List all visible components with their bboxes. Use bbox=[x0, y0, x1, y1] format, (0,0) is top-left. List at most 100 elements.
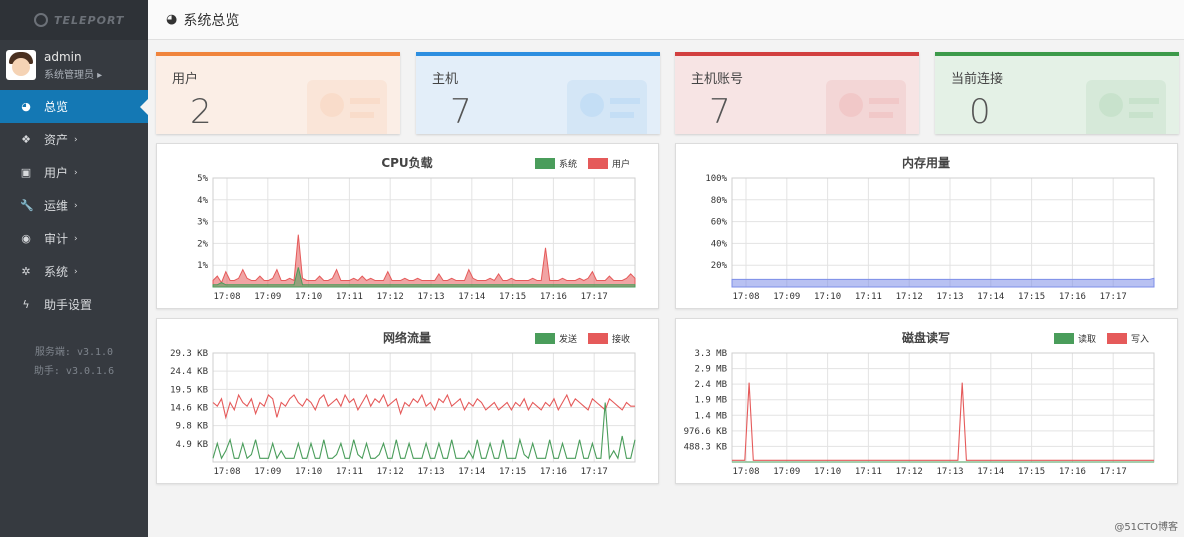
legend-swatch bbox=[535, 158, 555, 169]
series-line bbox=[212, 393, 635, 420]
sidebar-item-0[interactable]: ◕ 总览 bbox=[0, 90, 148, 123]
memory-chart: 内存用量 100% 80% 60% 40% 20% 17:08 17:09 17:10 17:11… bbox=[705, 155, 1155, 302]
x-tick-label: 17:14 bbox=[458, 292, 485, 302]
dashboard-icon: ◕ bbox=[166, 12, 178, 27]
y-tick-label: 2% bbox=[197, 239, 208, 249]
y-tick-label: 9.8 KB bbox=[175, 422, 208, 432]
x-tick-label: 17:12 bbox=[377, 292, 404, 302]
legend-swatch bbox=[588, 333, 608, 344]
sidebar-item-3[interactable]: 🔧 运维 › bbox=[0, 189, 148, 222]
y-tick-label: 29.3 KB bbox=[170, 349, 208, 359]
x-tick-label: 17:10 bbox=[295, 467, 322, 477]
chart-title: 内存用量 bbox=[902, 155, 950, 170]
legend-label: 接收 bbox=[612, 333, 630, 345]
sidebar-item-label: 审计 bbox=[44, 232, 69, 246]
user-box[interactable]: admin 系统管理员 ▸ bbox=[0, 40, 148, 90]
x-tick-label: 17:13 bbox=[936, 467, 963, 477]
series-line bbox=[732, 382, 1154, 461]
sidebar-item-label: 系统 bbox=[44, 265, 69, 279]
x-tick-label: 17:13 bbox=[936, 292, 963, 302]
y-tick-label: 5% bbox=[197, 174, 208, 184]
avatar[interactable] bbox=[6, 50, 36, 80]
stat-card-0[interactable]: 用户 2 bbox=[156, 52, 400, 134]
y-tick-label: 2.9 MB bbox=[694, 365, 727, 375]
cpu-chart-panel: CPU负载 系统 用户 5% 4% 3% 2% 1% 17:08 17:09 17:10 17:11 1… bbox=[156, 143, 659, 309]
chevron-right-icon: › bbox=[74, 266, 78, 277]
y-tick-label: 1% bbox=[197, 261, 208, 271]
x-tick-label: 17:16 bbox=[1059, 292, 1086, 302]
x-tick-label: 17:11 bbox=[336, 292, 363, 302]
x-tick-label: 17:17 bbox=[581, 292, 608, 302]
sidebar-item-6[interactable]: ϟ 助手设置 bbox=[0, 288, 148, 321]
sidebar-item-2[interactable]: ▣ 用户 › bbox=[0, 156, 148, 189]
chevron-right-icon: › bbox=[74, 200, 78, 211]
cubes-icon: ❖ bbox=[21, 133, 31, 146]
x-tick-label: 17:16 bbox=[1059, 467, 1086, 477]
y-tick-label: 3.3 MB bbox=[694, 349, 727, 359]
user-name: admin bbox=[44, 49, 82, 64]
y-tick-label: 488.3 KB bbox=[684, 442, 727, 452]
plot-frame bbox=[731, 352, 1155, 463]
x-tick-label: 17:08 bbox=[213, 467, 240, 477]
sidebar-nav: ◕ 总览 ❖ 资产 › ▣ 用户 › 🔧 运维 › ◉ 审计 › ✲ 系统 › ϟ 助手设置 bbox=[0, 90, 148, 321]
legend-label: 发送 bbox=[559, 333, 577, 345]
x-tick-label: 17:14 bbox=[977, 467, 1004, 477]
legend-label: 系统 bbox=[559, 158, 577, 170]
x-tick-label: 17:17 bbox=[1100, 292, 1127, 302]
assist-version: 助手: v3.0.1.6 bbox=[33, 366, 115, 377]
chart-title: 磁盘读写 bbox=[901, 330, 950, 345]
chevron-right-icon: › bbox=[74, 134, 78, 145]
stat-value: 7 bbox=[709, 92, 731, 132]
x-tick-label: 17:16 bbox=[540, 467, 567, 477]
x-tick-label: 17:12 bbox=[896, 292, 923, 302]
x-tick-label: 17:12 bbox=[896, 467, 923, 477]
series-line bbox=[212, 402, 636, 461]
x-tick-label: 17:16 bbox=[540, 292, 567, 302]
y-tick-label: 100% bbox=[705, 174, 727, 184]
x-tick-label: 17:11 bbox=[855, 467, 882, 477]
stat-label: 用户 bbox=[172, 72, 199, 87]
sidebar: TELEPORT admin 系统管理员 ▸ ◕ 总览 ❖ 资产 › ▣ 用户 › 🔧 运维 › ◉ 审… bbox=[0, 0, 148, 537]
x-tick-label: 17:09 bbox=[773, 467, 800, 477]
stat-card-3[interactable]: 当前连接 0 bbox=[935, 52, 1179, 134]
sidebar-item-label: 助手设置 bbox=[44, 298, 93, 312]
sidebar-item-5[interactable]: ✲ 系统 › bbox=[0, 255, 148, 288]
server-version: 服务端: v3.1.0 bbox=[34, 347, 114, 358]
user-secret-icon bbox=[826, 80, 906, 134]
stat-label: 当前连接 bbox=[951, 72, 1004, 87]
legend-label: 用户 bbox=[612, 158, 630, 170]
eye-icon: ◉ bbox=[21, 232, 31, 245]
legend-swatch bbox=[1054, 333, 1074, 344]
address-book-icon: ▣ bbox=[20, 166, 32, 179]
stat-value: 0 bbox=[969, 92, 991, 132]
y-tick-label: 60% bbox=[711, 218, 728, 228]
x-tick-label: 17:15 bbox=[499, 467, 526, 477]
x-tick-label: 17:12 bbox=[377, 467, 404, 477]
sidebar-item-1[interactable]: ❖ 资产 › bbox=[0, 123, 148, 156]
x-tick-label: 17:11 bbox=[855, 292, 882, 302]
stat-card-1[interactable]: 主机 7 bbox=[416, 52, 660, 134]
sidebar-item-4[interactable]: ◉ 审计 › bbox=[0, 222, 148, 255]
memory-chart-panel: 内存用量 100% 80% 60% 40% 20% 17:08 17:09 17:10 17:11… bbox=[675, 143, 1178, 309]
x-tick-label: 17:15 bbox=[1018, 292, 1045, 302]
stat-value: 2 bbox=[190, 92, 212, 132]
series-area bbox=[212, 234, 636, 288]
y-tick-label: 3% bbox=[197, 218, 208, 228]
id-card-icon bbox=[307, 80, 387, 134]
network-chart-panel: 网络流量 发送 接收 29.3 KB 24.4 KB 19.5 KB 14.6 KB 9.8 … bbox=[156, 318, 659, 484]
y-tick-label: 40% bbox=[711, 239, 728, 249]
x-tick-label: 17:13 bbox=[417, 292, 444, 302]
y-tick-label: 976.6 KB bbox=[684, 427, 727, 437]
user-role[interactable]: 系统管理员 ▸ bbox=[44, 66, 102, 81]
x-tick-label: 17:13 bbox=[417, 467, 444, 477]
page-title: 系统总览 bbox=[183, 12, 240, 29]
y-tick-label: 4% bbox=[197, 196, 208, 206]
y-tick-label: 80% bbox=[711, 196, 728, 206]
chevron-right-icon: › bbox=[74, 167, 78, 178]
app-logo[interactable]: TELEPORT bbox=[0, 0, 148, 40]
sidebar-item-label: 运维 bbox=[44, 199, 69, 213]
x-tick-label: 17:17 bbox=[1100, 467, 1127, 477]
y-tick-label: 19.5 KB bbox=[170, 385, 208, 395]
chevron-right-icon: › bbox=[74, 233, 78, 244]
stat-card-2[interactable]: 主机账号 7 bbox=[675, 52, 919, 134]
